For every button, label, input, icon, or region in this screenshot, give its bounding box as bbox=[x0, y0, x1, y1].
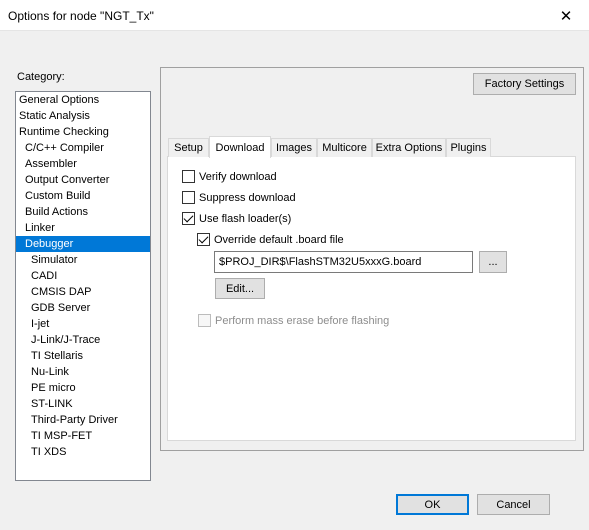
category-item[interactable]: J-Link/J-Trace bbox=[16, 332, 150, 348]
override-board-file-option[interactable]: Override default .board file bbox=[197, 233, 344, 246]
category-item[interactable]: TI XDS bbox=[16, 444, 150, 460]
use-flash-loader-checkbox[interactable] bbox=[182, 212, 195, 225]
tab-images[interactable]: Images bbox=[271, 138, 317, 157]
mass-erase-label: Perform mass erase before flashing bbox=[215, 314, 390, 327]
category-item[interactable]: Static Analysis bbox=[16, 108, 150, 124]
board-file-path-input[interactable] bbox=[214, 251, 473, 273]
category-item[interactable]: C/C++ Compiler bbox=[16, 140, 150, 156]
title-bar: Options for node "NGT_Tx" ✕ bbox=[0, 0, 589, 31]
verify-download-option[interactable]: Verify download bbox=[182, 170, 277, 183]
category-item[interactable]: General Options bbox=[16, 92, 150, 108]
suppress-download-label: Suppress download bbox=[199, 191, 296, 204]
category-item[interactable]: Simulator bbox=[16, 252, 150, 268]
category-label: Category: bbox=[17, 71, 65, 83]
category-item[interactable]: Custom Build bbox=[16, 188, 150, 204]
window-title: Options for node "NGT_Tx" bbox=[8, 9, 154, 23]
category-item[interactable]: Output Converter bbox=[16, 172, 150, 188]
cancel-button[interactable]: Cancel bbox=[477, 494, 550, 515]
category-item[interactable]: CMSIS DAP bbox=[16, 284, 150, 300]
category-item[interactable]: Assembler bbox=[16, 156, 150, 172]
verify-download-label: Verify download bbox=[199, 170, 277, 183]
suppress-download-checkbox[interactable] bbox=[182, 191, 195, 204]
close-button[interactable]: ✕ bbox=[543, 0, 589, 31]
ok-button[interactable]: OK bbox=[396, 494, 469, 515]
override-board-file-label: Override default .board file bbox=[214, 233, 344, 246]
category-list[interactable]: General Options Static Analysis Runtime Ch… bbox=[15, 91, 151, 481]
category-item[interactable]: PE micro bbox=[16, 380, 150, 396]
category-item[interactable]: GDB Server bbox=[16, 300, 150, 316]
use-flash-loader-label: Use flash loader(s) bbox=[199, 212, 292, 225]
use-flash-loader-option[interactable]: Use flash loader(s) bbox=[182, 212, 291, 225]
verify-download-checkbox[interactable] bbox=[182, 170, 195, 183]
tab-extra-options[interactable]: Extra Options bbox=[372, 138, 446, 157]
category-item[interactable]: Build Actions bbox=[16, 204, 150, 220]
tab-plugins[interactable]: Plugins bbox=[446, 138, 491, 157]
category-item[interactable]: TI MSP-FET bbox=[16, 428, 150, 444]
category-item[interactable]: Third-Party Driver bbox=[16, 412, 150, 428]
category-item[interactable]: I-jet bbox=[16, 316, 150, 332]
tab-multicore[interactable]: Multicore bbox=[317, 138, 372, 157]
suppress-download-option[interactable]: Suppress download bbox=[182, 191, 296, 204]
override-board-file-checkbox[interactable] bbox=[197, 233, 210, 246]
edit-button[interactable]: Edit... bbox=[215, 278, 265, 299]
category-item[interactable]: CADI bbox=[16, 268, 150, 284]
factory-settings-button[interactable]: Factory Settings bbox=[473, 73, 576, 95]
category-item[interactable]: Runtime Checking bbox=[16, 124, 150, 140]
category-item[interactable]: ST-LINK bbox=[16, 396, 150, 412]
mass-erase-option: Perform mass erase before flashing bbox=[198, 314, 389, 327]
tab-download[interactable]: Download bbox=[209, 136, 271, 158]
browse-button[interactable]: ... bbox=[479, 251, 507, 273]
tab-setup[interactable]: Setup bbox=[168, 138, 209, 157]
category-item[interactable]: Nu-Link bbox=[16, 364, 150, 380]
category-item[interactable]: TI Stellaris bbox=[16, 348, 150, 364]
category-item[interactable]: Linker bbox=[16, 220, 150, 236]
mass-erase-checkbox bbox=[198, 314, 211, 327]
category-item[interactable]: Debugger bbox=[16, 236, 150, 252]
close-icon: ✕ bbox=[559, 7, 573, 25]
